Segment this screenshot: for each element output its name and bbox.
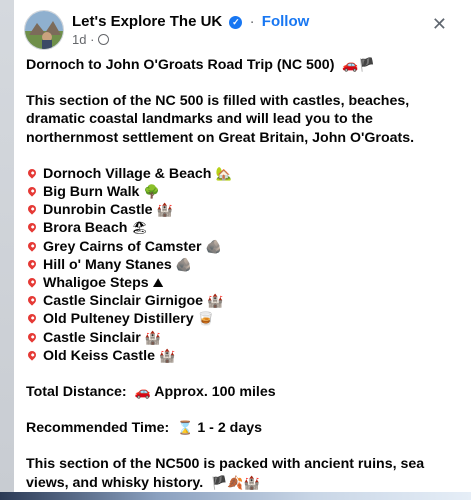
list-item: Whaligoe Steps ⛰	[26, 274, 461, 292]
castle-emoji-icon: 🏰	[207, 293, 224, 309]
audience-icon	[98, 34, 110, 45]
pin-icon	[26, 294, 38, 306]
tree-emoji-icon: 🌳	[143, 184, 160, 200]
place-name: Hill o' Many Stanes	[43, 256, 172, 273]
pin-icon	[26, 349, 38, 361]
closing-line: This section of the NC500 is packed with…	[26, 455, 461, 491]
list-item: Brora Beach 🏖	[26, 219, 461, 237]
pin-icon	[26, 239, 38, 252]
list-item: Dornoch Village & Beach 🏡	[26, 165, 461, 183]
mountain-emoji-icon: ⛰	[152, 275, 164, 291]
page-avatar[interactable]	[24, 10, 64, 50]
place-name: Dornoch Village & Beach	[43, 165, 212, 182]
place-name: Castle Sinclair Girnigoe	[43, 293, 204, 310]
car-flag-emoji-icon: 🚗🏴	[342, 57, 375, 72]
place-name: Old Pulteney Distillery	[43, 311, 194, 328]
pin-icon	[26, 167, 38, 179]
whisky-emoji-icon: 🥃	[197, 311, 214, 327]
verified-badge-icon: ✓	[229, 16, 243, 29]
place-name: Dunrobin Castle	[43, 202, 153, 219]
post-meta: 1d ·	[72, 32, 110, 47]
post-card: Let's Explore The UK ✓ · Follow 1d · ✕ D…	[14, 0, 471, 500]
post-time[interactable]: 1d	[72, 32, 86, 47]
distance-value: Approx. 100 miles	[154, 384, 276, 401]
post-intro: This section of the NC 500 is filled wit…	[26, 93, 415, 146]
distance-line: Total Distance: 🚗 Approx. 100 miles	[26, 383, 461, 401]
place-name: Brora Beach	[43, 220, 128, 237]
list-item: Castle Sinclair Girnigoe 🏰	[26, 292, 461, 310]
pin-icon	[26, 185, 38, 197]
castle-emoji-icon: 🏰	[158, 347, 176, 363]
separator-dot: ·	[249, 13, 255, 30]
list-item: Old Pulteney Distillery 🥃	[26, 310, 461, 328]
time-label: Recommended Time:	[26, 420, 170, 437]
time-line: Recommended Time: ⌛ 1 - 2 days	[26, 419, 461, 437]
pin-icon	[26, 203, 38, 215]
list-item: Hill o' Many Stanes 🪨	[26, 256, 461, 274]
castle-emoji-icon: 🏰	[144, 329, 161, 345]
follow-button[interactable]: Follow	[262, 13, 310, 30]
rock-emoji-icon: 🪨	[175, 256, 192, 272]
post-title-line: Dornoch to John O'Groats Road Trip (NC 5…	[26, 56, 461, 74]
post-header: Let's Explore The UK ✓ · Follow 1d · ✕	[24, 10, 461, 50]
pin-icon	[26, 276, 38, 288]
media-preview-strip[interactable]	[0, 492, 471, 500]
pin-icon	[26, 258, 38, 270]
list-item: Big Burn Walk 🌳	[26, 183, 461, 201]
page-name-row: Let's Explore The UK ✓ · Follow	[72, 13, 309, 30]
place-name: Grey Cairns of Camster	[43, 238, 202, 255]
place-name: Whaligoe Steps	[43, 275, 149, 292]
post-body: Dornoch to John O'Groats Road Trip (NC 5…	[26, 56, 461, 492]
place-name: Big Burn Walk	[43, 184, 140, 201]
pin-icon	[26, 312, 38, 325]
flag-leaf-castle-emoji-icon: 🏴🍂🏰	[211, 474, 260, 490]
pin-icon	[26, 330, 38, 343]
place-name: Castle Sinclair	[43, 329, 141, 346]
background-strip	[0, 0, 14, 500]
pin-icon	[26, 221, 38, 234]
list-item: Dunrobin Castle 🏰	[26, 201, 461, 219]
list-item: Castle Sinclair 🏰	[26, 329, 461, 347]
list-item: Old Keiss Castle 🏰	[26, 347, 461, 365]
place-name: Old Keiss Castle	[43, 347, 155, 364]
distance-label: Total Distance:	[26, 384, 127, 401]
castle-emoji-icon: 🏰	[156, 202, 173, 218]
post-title: Dornoch to John O'Groats Road Trip (NC 5…	[26, 57, 335, 73]
house-emoji-icon: 🏡	[215, 165, 232, 181]
hourglass-emoji-icon: ⌛	[177, 420, 194, 436]
page-name[interactable]: Let's Explore The UK	[72, 13, 222, 30]
beach-emoji-icon: 🏖	[131, 220, 148, 236]
time-value: 1 - 2 days	[197, 420, 262, 437]
car-emoji-icon: 🚗	[134, 384, 151, 400]
rock-emoji-icon: 🪨	[205, 238, 222, 254]
list-item: Grey Cairns of Camster 🪨	[26, 238, 461, 256]
close-icon[interactable]: ✕	[432, 14, 447, 35]
meta-separator: ·	[90, 32, 95, 47]
places-list: Dornoch Village & Beach 🏡 Big Burn Walk 🌳 …	[26, 165, 461, 365]
